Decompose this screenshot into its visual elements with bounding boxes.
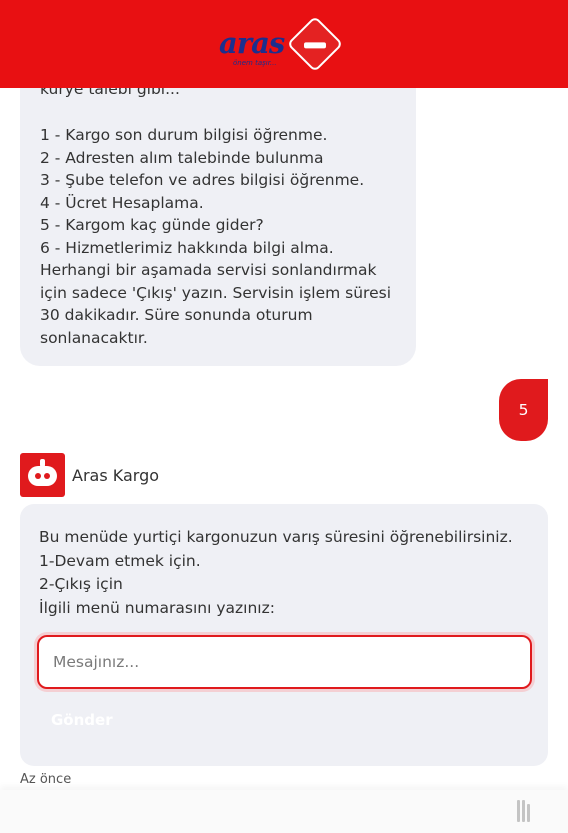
message-line: Bu menüde yurtiçi kargonuzun varış süres… (39, 528, 513, 546)
send-button[interactable]: Gönder (51, 711, 113, 729)
message-line: İlgili menü numarasını yazınız: (39, 598, 275, 617)
note-line: sonlanacaktır. (40, 328, 148, 347)
menu-item: 6 - Hizmetlerimiz hakkında bilgi alma. (40, 238, 334, 257)
note-line: 30 dakikadır. Süre sonunda oturum (40, 306, 313, 324)
menu-item: 3 - Şube telefon ve adres bilgisi öğrenm… (40, 171, 365, 189)
bot-sender-name: Aras Kargo (72, 465, 160, 485)
message-input[interactable] (37, 635, 532, 689)
menu-item: 4 - Ücret Hesaplama. (40, 193, 204, 212)
menu-item: 2 - Adresten alım talebinde bulunma (40, 148, 324, 167)
bot-sender-header: Aras Kargo (20, 453, 159, 497)
note-line: için sadece 'Çıkış' yazın. Servisin işle… (40, 283, 392, 302)
message-input-wrapper (37, 635, 532, 689)
header-bar: aras önem taşır... (0, 0, 568, 88)
bot-message-menu: kurye talebi gibi... 1 - Kargo son durum… (20, 40, 416, 366)
footer-bar (0, 790, 568, 833)
message-line: 1-Devam etmek için. (39, 551, 201, 570)
note-line: Herhangi bir aşamada servisi sonlandırma… (40, 261, 377, 279)
logo-text: aras (219, 26, 285, 60)
logo-diamond-icon (286, 15, 344, 73)
message-timestamp: Az önce (20, 772, 72, 787)
chat-area[interactable]: kurye talebi gibi... 1 - Kargo son durum… (0, 0, 568, 790)
menu-item: 1 - Kargo son durum bilgisi öğrenme. (40, 126, 328, 144)
user-message: 5 (499, 379, 548, 441)
menu-item: 5 - Kargom kaç günde gider? (40, 216, 264, 234)
resize-grip-icon[interactable] (517, 800, 530, 822)
bot-message-transit: Bu menüde yurtiçi kargonuzun varış süres… (20, 504, 548, 766)
logo-tagline: önem taşır... (233, 59, 277, 67)
user-message-text: 5 (518, 401, 529, 419)
message-line: 2-Çıkış için (39, 575, 123, 593)
bot-avatar-icon (20, 453, 65, 497)
aras-logo: aras önem taşır... (219, 14, 349, 74)
menu-list: 1 - Kargo son durum bilgisi öğrenme. 2 -… (40, 124, 396, 349)
